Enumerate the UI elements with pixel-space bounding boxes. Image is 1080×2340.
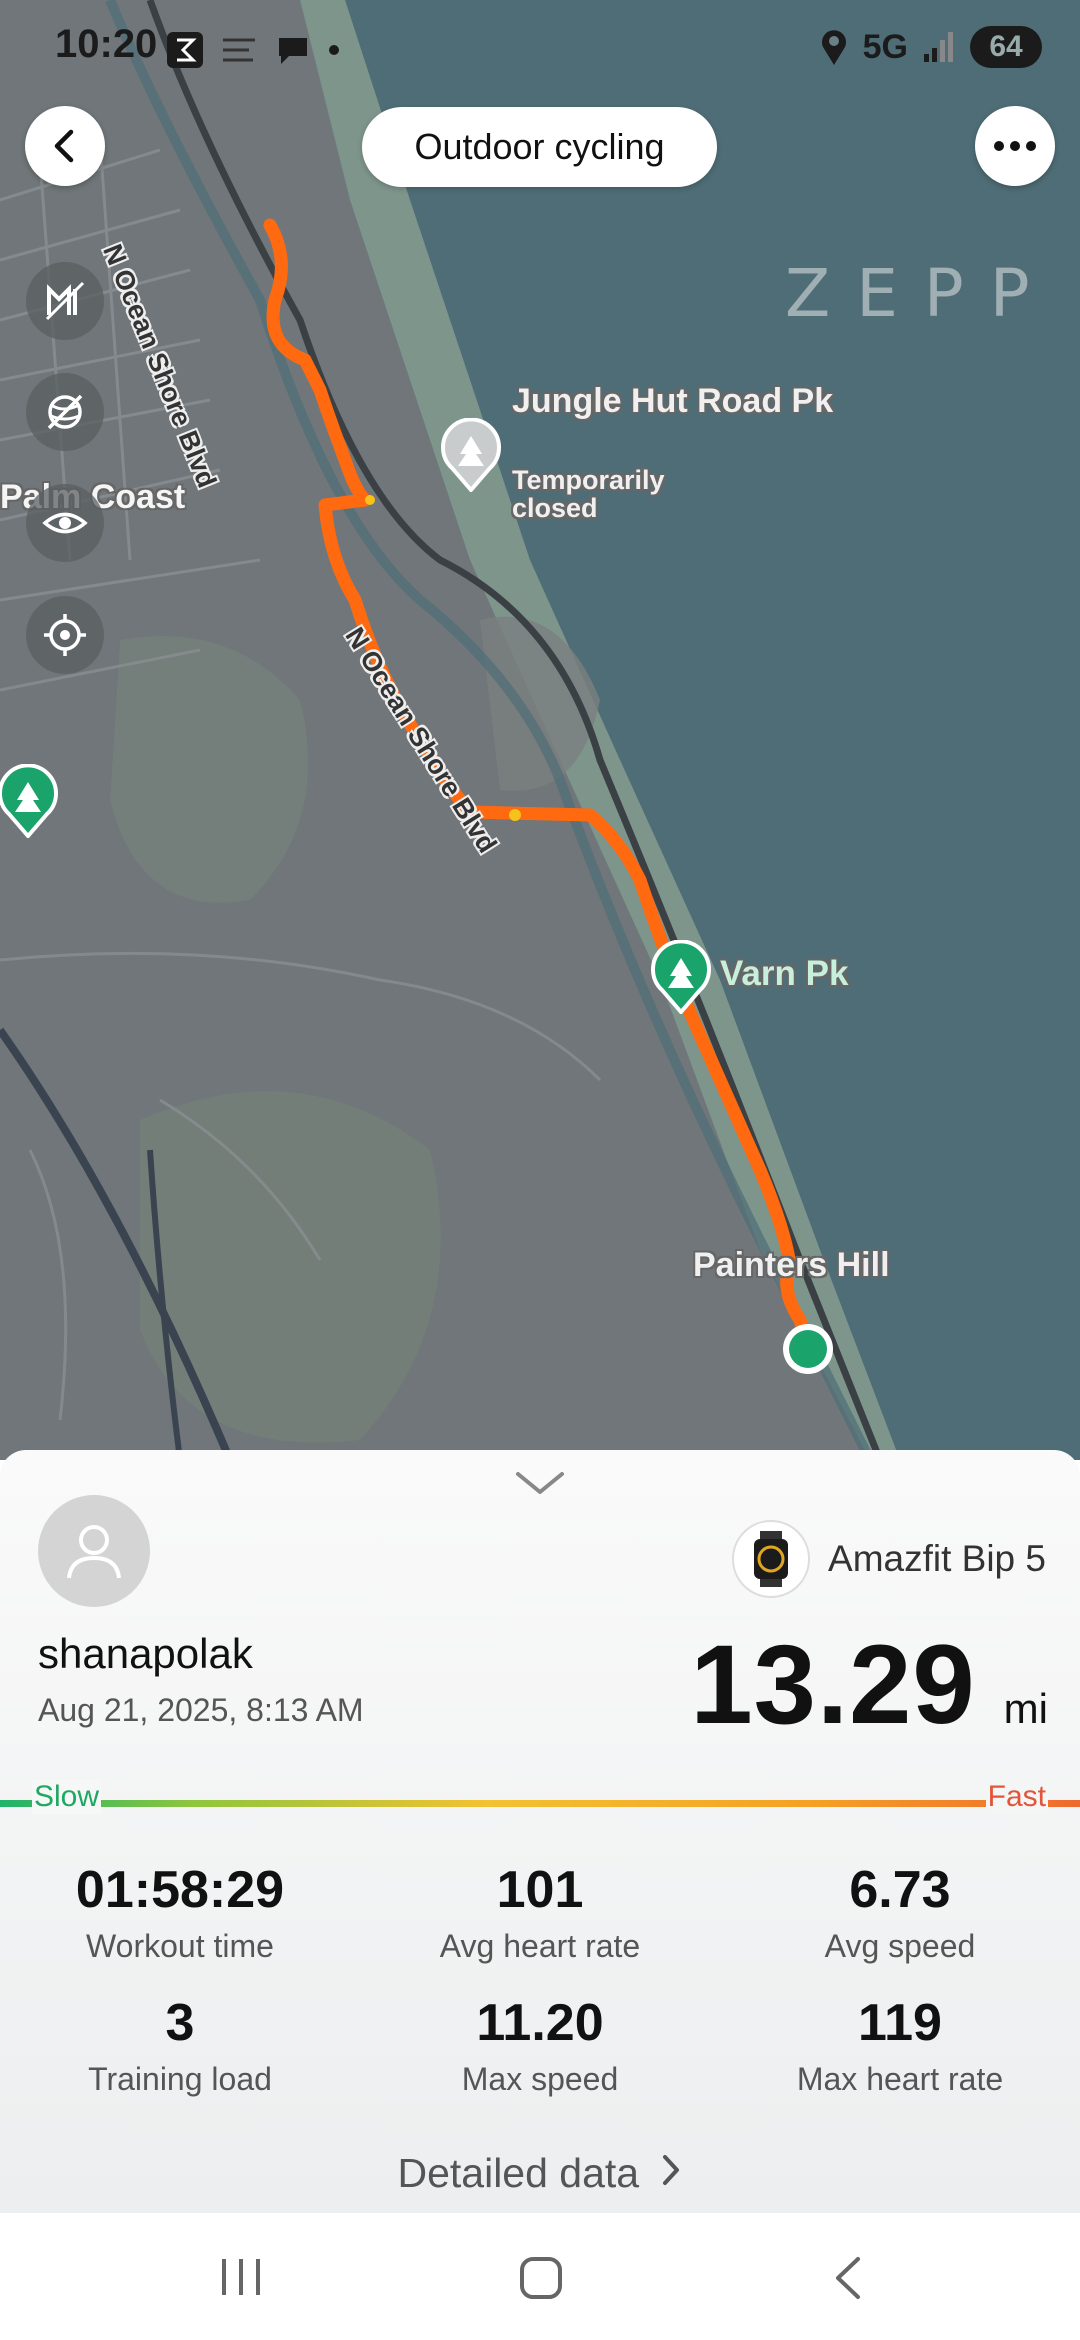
battery-indicator: 64 (970, 26, 1042, 68)
stat-value: 101 (496, 1861, 584, 1919)
chat-bubble-icon (279, 38, 307, 64)
stat-label: Avg heart rate (439, 1928, 641, 1964)
workout-date: Aug 21, 2025, 8:13 AM (38, 1692, 364, 1728)
chevron-down-icon (516, 1472, 564, 1494)
route-end-marker (789, 1330, 827, 1368)
bath-body-works-icon (223, 38, 255, 62)
poi-varn-pk: Varn Pk (720, 954, 849, 993)
status-time: 10:20 (55, 22, 158, 66)
smartwatch-icon (732, 1520, 811, 1598)
stat-value: 119 (858, 1994, 942, 2052)
avatar[interactable] (38, 1495, 150, 1607)
stat-value: 01:58:29 (75, 1861, 285, 1919)
stat-label: Max speed (461, 2061, 619, 2097)
username: shanapolak (38, 1630, 253, 1677)
map-style-icon (45, 281, 85, 321)
map-style-toggle-button[interactable] (26, 262, 104, 340)
chevron-left-icon (54, 129, 74, 163)
poi-jungle-hut-name: Jungle Hut Road Pk (512, 382, 834, 420)
stat-value: 11.20 (476, 1994, 604, 2052)
poi-jungle-hut-status: Temporarily closed (512, 465, 665, 524)
status-bar: 10:20 5G 64 (0, 0, 1080, 100)
park-pin-icon[interactable] (650, 940, 712, 1014)
device-info: Amazfit Bip 5 (732, 1520, 1046, 1598)
more-options-button[interactable] (975, 106, 1055, 186)
stat-workout-time: 01:58:29 Workout time (0, 1860, 360, 1965)
workout-summary-sheet: Amazfit Bip 5 shanapolak Aug 21, 2025, 8… (0, 1450, 1080, 2213)
speed-fast-label: Fast (985, 1780, 1048, 1814)
system-navigation-bar (0, 2213, 1080, 2340)
speed-gradient-line (0, 1800, 1080, 1807)
back-button[interactable] (25, 106, 105, 186)
distance-display: 13.29 mi (690, 1620, 1048, 1749)
stat-label: Training load (88, 2061, 272, 2097)
workout-type-title: Outdoor cycling (362, 107, 717, 187)
stat-label: Avg speed (824, 1928, 976, 1964)
park-closed-pin-icon[interactable] (440, 418, 502, 492)
detailed-data-label: Detailed data (397, 2150, 640, 2196)
place-painters-hill: Painters Hill (693, 1246, 890, 1284)
distance-value: 13.29 (690, 1622, 976, 1747)
speed-scale: Slow Fast (0, 1780, 1080, 1818)
stat-value: 3 (165, 1994, 195, 2052)
notification-icons (165, 30, 341, 70)
eye-icon (42, 512, 88, 534)
zepp-logo: ZEPP (785, 255, 1056, 332)
signal-icon (924, 32, 953, 62)
distance-unit: mi (1003, 1685, 1048, 1732)
locate-button[interactable] (26, 596, 104, 674)
collapse-sheet-button[interactable] (514, 1468, 566, 1503)
stat-value: 6.73 (849, 1861, 951, 1919)
stat-training-load: 3 Training load (0, 1993, 360, 2098)
chevron-right-icon (662, 2155, 679, 2185)
location-pin-icon (821, 30, 846, 65)
system-back-button[interactable] (830, 2255, 864, 2301)
stat-label: Max heart rate (796, 2061, 1004, 2097)
map-canvas (0, 0, 1080, 1460)
satellite-toggle-button[interactable] (26, 373, 104, 451)
device-name: Amazfit Bip 5 (828, 1538, 1046, 1579)
user-icon (67, 1525, 121, 1579)
stats-grid: 01:58:29 Workout time 101 Avg heart rate… (0, 1860, 1080, 2098)
visibility-toggle-button[interactable] (26, 484, 104, 562)
stat-avg-speed: 6.73 Avg speed (720, 1860, 1080, 1965)
stat-avg-heart-rate: 101 Avg heart rate (360, 1860, 720, 1965)
more-dots-icon (994, 141, 1036, 151)
stat-max-speed: 11.20 Max speed (360, 1993, 720, 2098)
home-button[interactable] (518, 2255, 564, 2301)
more-notifications-dot-icon (329, 45, 339, 55)
status-right: 5G 64 (819, 26, 1042, 68)
route-map[interactable]: Jungle Hut Road Pk Temporarily closed Pa… (0, 0, 1080, 1460)
detailed-data-link[interactable]: Detailed data (0, 2150, 1080, 2197)
network-type: 5G (862, 27, 908, 66)
stat-label: Workout time (86, 1928, 274, 1964)
globe-off-icon (47, 394, 83, 430)
recent-apps-button[interactable] (218, 2257, 264, 2297)
stat-max-heart-rate: 119 Max heart rate (720, 1993, 1080, 2098)
crosshair-icon (44, 614, 86, 656)
speed-slow-label: Slow (32, 1780, 102, 1814)
sigma-app-icon (167, 32, 203, 68)
park-pin-left-icon[interactable] (0, 764, 59, 838)
